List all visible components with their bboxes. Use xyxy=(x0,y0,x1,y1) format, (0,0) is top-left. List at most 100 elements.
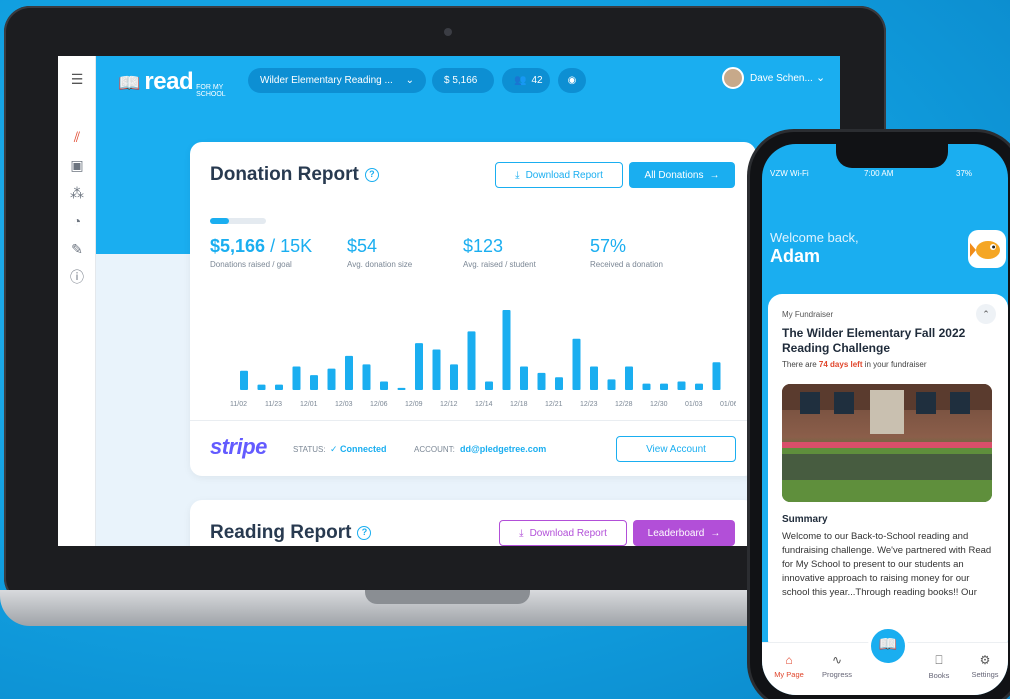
people-icon: 👥 xyxy=(514,75,527,86)
days-left-text: There are 74 days left in your fundraise… xyxy=(782,360,927,369)
nav-settings[interactable]: ⚙ Settings xyxy=(962,653,1008,679)
contacts-icon[interactable]: ▣ xyxy=(68,156,86,174)
chart-bar[interactable] xyxy=(695,383,703,390)
help-icon[interactable]: ⓘ xyxy=(68,268,86,286)
download-icon: ⤓ xyxy=(519,527,524,539)
fish-avatar-icon[interactable] xyxy=(968,230,1006,268)
chart-bar[interactable] xyxy=(257,384,266,390)
chart-x-tick-label: 12/01 xyxy=(300,401,318,408)
chevron-down-icon[interactable]: ⌄ xyxy=(816,71,825,84)
pulse-icon: ∿ xyxy=(831,653,843,667)
stat-avg-donation: $54 xyxy=(347,236,378,256)
chart-bar[interactable] xyxy=(310,375,318,390)
chart-x-tick-label: 12/28 xyxy=(615,401,633,408)
leaderboard-button[interactable]: Leaderboard → xyxy=(633,520,735,546)
eye-icon: ◉ xyxy=(567,75,577,86)
chart-bar[interactable] xyxy=(590,366,598,390)
raised-pill[interactable]: $ 5,166 xyxy=(432,68,494,93)
chart-bar[interactable] xyxy=(712,362,721,390)
chart-bar[interactable] xyxy=(415,343,423,390)
chart-bar[interactable] xyxy=(607,379,616,390)
check-circle-icon: ✓ xyxy=(330,444,341,454)
chart-bar[interactable] xyxy=(555,377,563,390)
menu-icon[interactable]: ☰ xyxy=(68,70,86,88)
preview-button[interactable]: ◉ xyxy=(558,68,586,93)
download-report-button[interactable]: ⤓ Download Report xyxy=(495,162,623,188)
reading-report-card: Reading Report? ⤓ Download Report Leader… xyxy=(190,500,756,546)
welcome-text: Welcome back, xyxy=(770,230,859,245)
chart-x-tick-label: 12/09 xyxy=(405,401,423,408)
chart-bar[interactable] xyxy=(240,370,248,390)
stat-avg-student: $123 xyxy=(463,236,504,256)
chart-bar[interactable] xyxy=(432,349,441,390)
stat-raised-label: Donations raised / goal xyxy=(210,260,292,269)
chart-bar[interactable] xyxy=(450,364,458,390)
user-menu[interactable]: Dave Schen... xyxy=(750,73,813,84)
clock: 7:00 AM xyxy=(864,169,894,178)
phone-screen: VZW Wi-Fi 7:00 AM 37% Welcome back, Adam… xyxy=(762,144,1008,695)
account-email: dd@pledgetree.com xyxy=(460,444,547,454)
chart-x-tick-label: 01/06 xyxy=(720,401,736,408)
chart-bar[interactable] xyxy=(292,366,301,390)
donation-report-title: Donation Report? xyxy=(210,164,379,186)
help-icon[interactable]: ? xyxy=(364,168,379,182)
reading-report-title: Reading Report? xyxy=(210,522,372,544)
chart-bar[interactable] xyxy=(275,384,283,390)
divider xyxy=(190,420,756,421)
arrow-right-icon: → xyxy=(710,527,721,539)
battery-label: 37% xyxy=(956,169,973,178)
avatar[interactable] xyxy=(722,67,744,89)
chart-bar[interactable] xyxy=(362,364,371,390)
readers-pill[interactable]: 👥 42 xyxy=(502,68,550,93)
chart-x-tick-label: 12/18 xyxy=(510,401,528,408)
nav-books[interactable]: ⎕ Books xyxy=(916,653,962,680)
pencil-icon[interactable]: ✎ xyxy=(68,240,86,258)
all-donations-button[interactable]: All Donations → xyxy=(629,162,735,188)
chart-bar[interactable] xyxy=(660,383,668,390)
goal-progress-fill xyxy=(210,218,230,224)
sidebar: ☰ ⫽ ▣ ⁂ ◔ ✎ ⓘ xyxy=(58,56,96,546)
chart-bar[interactable] xyxy=(397,387,406,390)
chevron-down-icon: ⌄ xyxy=(405,75,414,86)
piggy-bank-icon[interactable]: ◔ xyxy=(68,212,86,230)
camera xyxy=(444,28,452,36)
stat-raised: $5,166 / 15K xyxy=(210,236,313,256)
chart-x-tick-label: 12/14 xyxy=(475,401,493,408)
logo[interactable]: 📖 read FOR MY SCHOOL xyxy=(118,68,232,98)
chart-bar[interactable] xyxy=(345,355,353,390)
chart-bar[interactable] xyxy=(642,383,651,390)
nav-my-page[interactable]: ⌂ My Page xyxy=(766,653,812,679)
help-icon[interactable]: ? xyxy=(357,526,372,540)
campaign-select[interactable]: Wilder Elementary Reading ... ⌄ xyxy=(248,68,426,93)
chart-bar[interactable] xyxy=(520,366,528,390)
reading-download-button[interactable]: ⤓ Download Report xyxy=(499,520,627,546)
goal-progress-bar xyxy=(210,218,266,224)
user-first-name: Adam xyxy=(770,246,821,266)
chart-bar[interactable] xyxy=(467,331,476,390)
fundraiser-card: My Fundraiser ⌃ The Wilder Elementary Fa… xyxy=(768,294,1008,654)
arrow-right-icon: → xyxy=(709,169,720,181)
chart-x-tick-label: 01/03 xyxy=(685,401,703,408)
laptop-hinge xyxy=(365,590,530,604)
chart-bar[interactable] xyxy=(572,338,581,390)
chart-bar[interactable] xyxy=(625,366,633,390)
chart-bar[interactable] xyxy=(677,381,686,390)
chart-bar[interactable] xyxy=(485,381,493,390)
stripe-logo: stripe xyxy=(210,434,267,459)
chart-x-tick-label: 12/30 xyxy=(650,401,668,408)
chart-bar[interactable] xyxy=(327,368,336,390)
chevron-up-icon[interactable]: ⌃ xyxy=(976,304,996,324)
chart-bar[interactable] xyxy=(380,381,388,390)
chart-bar[interactable] xyxy=(537,372,546,390)
stat-avg-donation-label: Avg. donation size xyxy=(347,260,413,269)
view-account-button[interactable]: View Account xyxy=(616,436,736,462)
read-fab-button[interactable]: 📖 xyxy=(868,626,908,666)
group-icon[interactable]: ⁂ xyxy=(68,184,86,202)
app-header: 📖 read FOR MY SCHOOL Wilder Elementary R… xyxy=(96,56,840,104)
book-logo-icon: 📖 xyxy=(118,73,141,93)
download-icon: ⤓ xyxy=(515,169,520,181)
nav-progress[interactable]: ∿ Progress xyxy=(814,653,860,679)
book-icon: 📖 xyxy=(878,636,898,653)
chart-icon[interactable]: ⫽ xyxy=(68,128,86,146)
chart-bar[interactable] xyxy=(502,310,511,390)
